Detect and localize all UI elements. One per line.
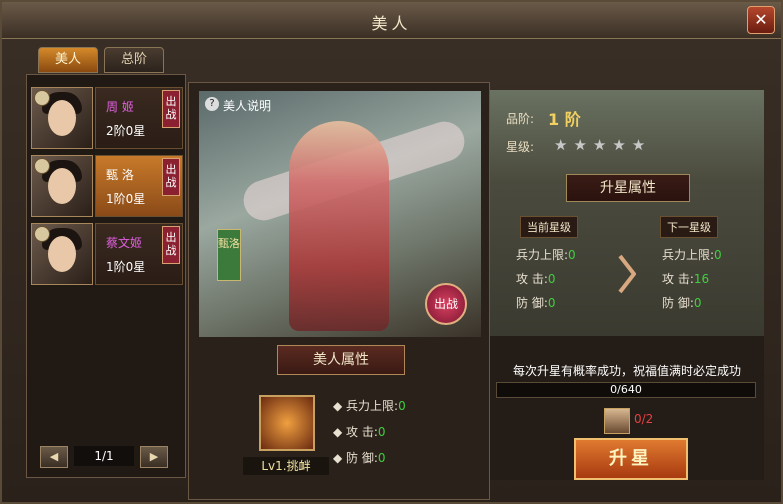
beauty-card-zhouji[interactable]: 周 姬 2阶0星 出战: [31, 87, 183, 149]
star-rating: ★★★★★: [554, 136, 652, 154]
blessing-progress: 0/640: [496, 382, 756, 398]
beauty-level: 1阶0星: [106, 260, 146, 274]
beauty-window: 美人 ✕ 美人 总阶 周 姬 2阶0星 出战 甄 洛 1阶0星 出战 蔡文姬 1…: [0, 0, 783, 504]
item-count: 0/2: [634, 412, 654, 426]
next-stat-hp: 兵力上限:0: [662, 248, 722, 262]
stat-defense: ◆ 防 御:0: [333, 451, 386, 465]
beauty-info[interactable]: 周 姬 2阶0星 出战: [95, 87, 183, 149]
current-star-label: 当前星级: [520, 216, 578, 238]
upgrade-attr-header: 升星属性: [566, 174, 690, 202]
stat-hp: ◆ 兵力上限:0: [333, 399, 406, 413]
current-stat-attack: 攻 击:0: [516, 272, 556, 286]
beauty-vertical-name: 甄洛: [217, 229, 241, 281]
beauty-card-zhenluo[interactable]: 甄 洛 1阶0星 出战: [31, 155, 183, 217]
beauty-list: 周 姬 2阶0星 出战 甄 洛 1阶0星 出战 蔡文姬 1阶0星 出战: [26, 74, 186, 478]
next-page-icon[interactable]: ▶: [140, 446, 168, 468]
beauty-portrait[interactable]: [31, 223, 93, 285]
tab-beauty[interactable]: 美人: [38, 47, 98, 73]
rank-badge-icon: [34, 90, 50, 106]
next-stat-defense: 防 御:0: [662, 296, 702, 310]
skill-icon[interactable]: [259, 395, 315, 451]
beauty-name: 周 姬: [106, 100, 134, 114]
deploy-button[interactable]: 出战: [162, 226, 180, 264]
upgrade-item-icon[interactable]: [604, 408, 630, 434]
upgrade-star-button[interactable]: 升星: [574, 438, 688, 480]
deploy-button[interactable]: 出战: [162, 158, 180, 196]
grade-box: 品阶: 1 阶 星级: ★★★★★: [490, 90, 764, 184]
current-stat-defense: 防 御:0: [516, 296, 556, 310]
beauty-attr-header: 美人属性: [277, 345, 405, 375]
battle-button[interactable]: 出战: [425, 283, 467, 325]
stat-attack: ◆ 攻 击:0: [333, 425, 386, 439]
tab-total-rank[interactable]: 总阶: [104, 47, 164, 73]
close-icon[interactable]: ✕: [747, 6, 775, 34]
beauty-detail-panel: ? 美人说明 甄洛 出战 美人属性 Lv1.挑衅 ◆ 兵力上限:0 ◆ 攻 击:…: [188, 82, 490, 500]
pager: ◀ 1/1 ▶: [40, 446, 168, 468]
next-stat-attack: 攻 击:16: [662, 272, 710, 286]
grade-label: 品阶:: [506, 112, 535, 126]
beauty-portrait[interactable]: [31, 155, 93, 217]
beauty-name: 蔡文姬: [106, 236, 143, 250]
star-label: 星级:: [506, 140, 535, 154]
deploy-button[interactable]: 出战: [162, 90, 180, 128]
help-icon[interactable]: ?: [205, 97, 219, 111]
grade-value: 1 阶: [548, 110, 581, 129]
beauty-info[interactable]: 甄 洛 1阶0星 出战: [95, 155, 183, 217]
beauty-info[interactable]: 蔡文姬 1阶0星 出战: [95, 223, 183, 285]
beauty-help-link[interactable]: 美人说明: [223, 97, 271, 114]
star-upgrade-panel: 品阶: 1 阶 星级: ★★★★★ 升星属性 当前星级 下一星级 兵力上限:0 …: [490, 90, 764, 480]
beauty-level: 2阶0星: [106, 124, 146, 138]
next-star-label: 下一星级: [660, 216, 718, 238]
page-number: 1/1: [74, 446, 134, 466]
title-bar: 美人 ✕: [2, 2, 781, 39]
beauty-portrait[interactable]: [31, 87, 93, 149]
beauty-card-caiwenji[interactable]: 蔡文姬 1阶0星 出战: [31, 223, 183, 285]
beauty-level: 1阶0星: [106, 192, 146, 206]
upgrade-note: 每次升星有概率成功，祝福值满时必定成功: [512, 364, 741, 378]
rank-badge-icon: [34, 226, 50, 242]
window-title: 美人: [371, 14, 412, 33]
beauty-name: 甄 洛: [106, 168, 134, 182]
rank-badge-icon: [34, 158, 50, 174]
arrow-right-icon: [618, 254, 636, 294]
skill-label: Lv1.挑衅: [243, 457, 329, 475]
current-stat-hp: 兵力上限:0: [516, 248, 576, 262]
prev-page-icon[interactable]: ◀: [40, 446, 68, 468]
progress-text: 0/640: [610, 383, 642, 396]
